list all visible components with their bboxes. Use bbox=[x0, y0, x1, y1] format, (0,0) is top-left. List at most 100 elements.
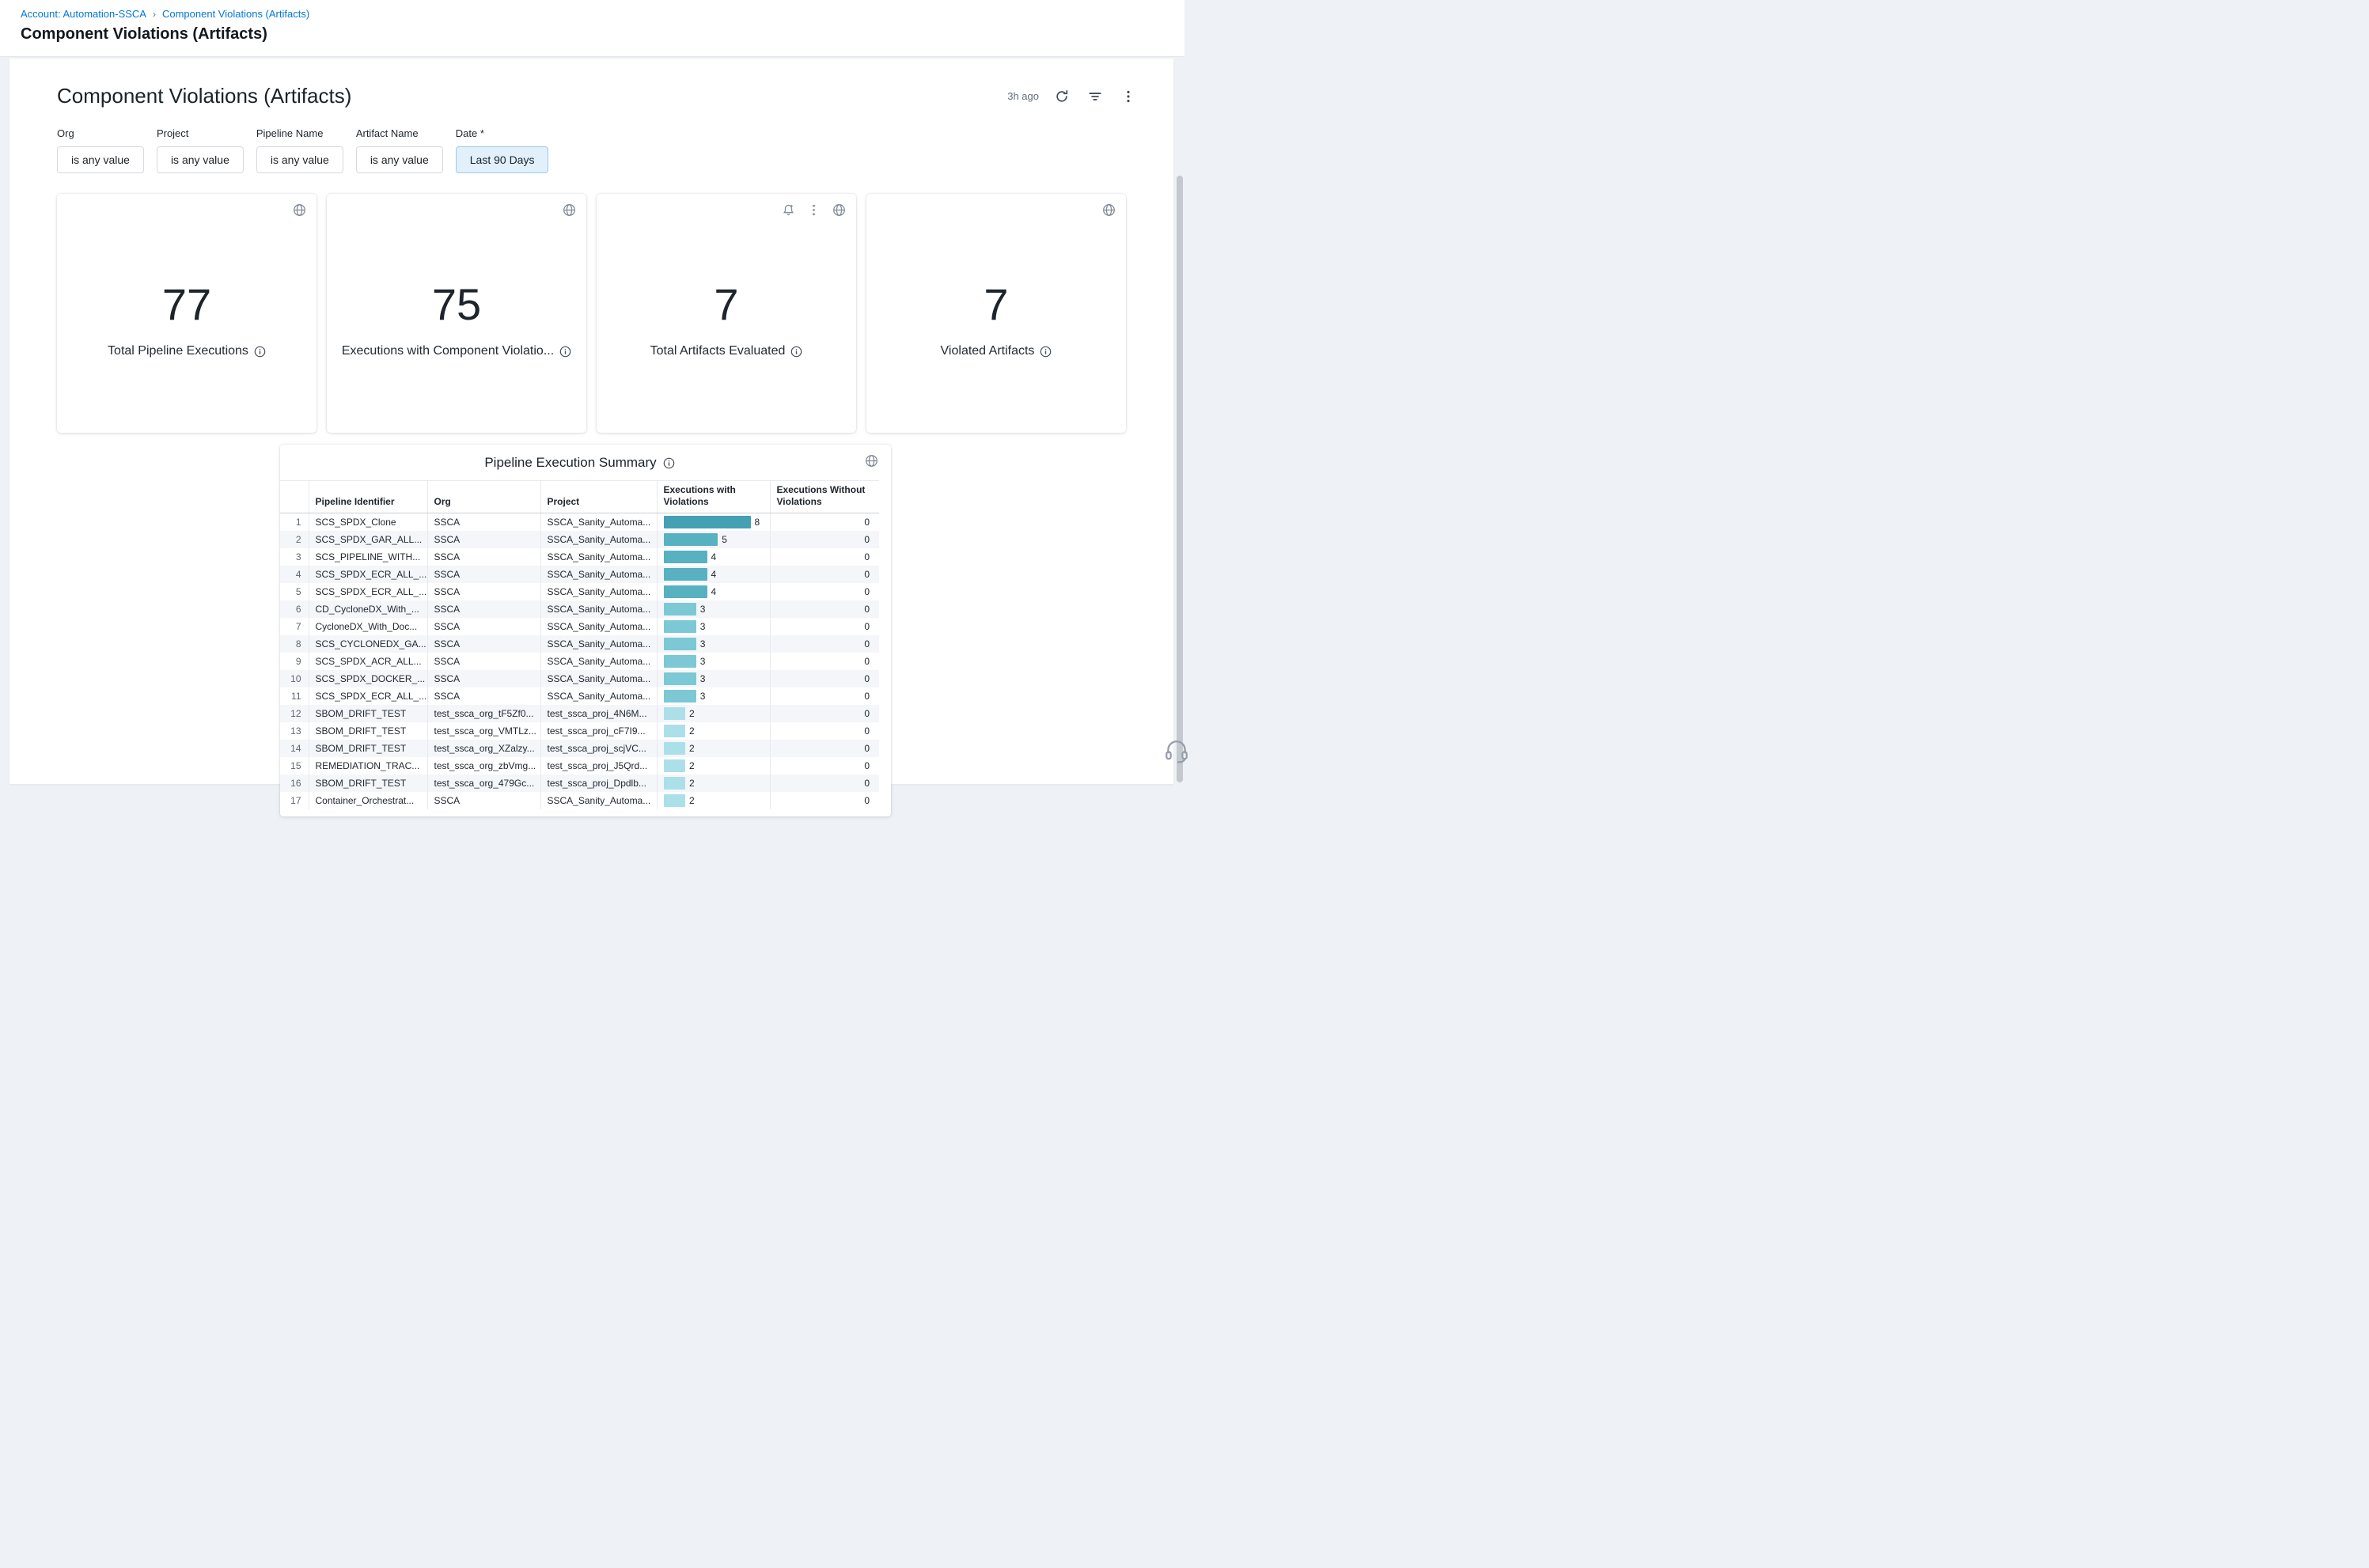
violations-bar[interactable] bbox=[664, 672, 696, 685]
violations-bar[interactable] bbox=[664, 551, 707, 563]
table-row[interactable]: 13SBOM_DRIFT_TESTtest_ssca_org_VMTLz...t… bbox=[280, 722, 879, 740]
executions-with-violations-cell: 3 bbox=[657, 653, 770, 670]
info-icon[interactable] bbox=[559, 346, 571, 358]
violations-bar-value: 2 bbox=[689, 725, 695, 737]
org-cell: SSCA bbox=[427, 670, 540, 687]
filter-button[interactable]: is any value bbox=[57, 146, 144, 173]
column-header-pipeline-identifier[interactable]: Pipeline Identifier bbox=[309, 481, 427, 513]
column-header-project[interactable]: Project bbox=[540, 481, 657, 513]
violations-bar[interactable] bbox=[664, 655, 696, 668]
support-chat-icon[interactable] bbox=[1163, 738, 1190, 765]
row-number-cell: 12 bbox=[280, 705, 309, 722]
column-header-org[interactable]: Org bbox=[427, 481, 540, 513]
violations-bar[interactable] bbox=[664, 707, 686, 720]
violations-bar[interactable] bbox=[664, 638, 696, 650]
stat-label-text: Violated Artifacts bbox=[941, 344, 1035, 358]
kebab-icon[interactable] bbox=[807, 203, 821, 217]
table-row[interactable]: 10SCS_SPDX_DOCKER_...SSCASSCA_Sanity_Aut… bbox=[280, 670, 879, 687]
violations-bar-value: 3 bbox=[700, 691, 706, 702]
project-cell: SSCA_Sanity_Automa... bbox=[540, 635, 657, 653]
page-header: Account: Automation-SSCA › Component Vio… bbox=[0, 0, 1184, 57]
violations-bar[interactable] bbox=[664, 603, 696, 615]
violations-bar-value: 2 bbox=[689, 743, 695, 754]
table-row[interactable]: 14SBOM_DRIFT_TESTtest_ssca_org_XZalzy...… bbox=[280, 740, 879, 757]
table-row[interactable]: 17Container_Orchestrat...SSCASSCA_Sanity… bbox=[280, 792, 879, 809]
scrollbar-thumb[interactable] bbox=[1177, 176, 1183, 782]
violations-bar[interactable] bbox=[664, 759, 686, 772]
info-icon[interactable] bbox=[254, 346, 266, 358]
executions-with-violations-cell: 2 bbox=[657, 705, 770, 722]
executions-with-violations-cell: 3 bbox=[657, 600, 770, 618]
violations-bar-wrap: 3 bbox=[664, 690, 764, 703]
violations-bar[interactable] bbox=[664, 516, 751, 528]
globe-icon[interactable] bbox=[832, 203, 846, 217]
tile-controls bbox=[782, 203, 846, 217]
table-row[interactable]: 8SCS_CYCLONEDX_GA...SSCASSCA_Sanity_Auto… bbox=[280, 635, 879, 653]
violations-bar[interactable] bbox=[664, 568, 707, 581]
violations-bar[interactable] bbox=[664, 620, 696, 633]
violations-bar[interactable] bbox=[664, 742, 686, 755]
table-row[interactable]: 9SCS_SPDX_ACR_ALL...SSCASSCA_Sanity_Auto… bbox=[280, 653, 879, 670]
breadcrumb-account-link[interactable]: Account: Automation-SSCA bbox=[21, 8, 146, 20]
filter-button[interactable]: is any value bbox=[256, 146, 343, 173]
pipeline-identifier-cell: SCS_SPDX_DOCKER_... bbox=[309, 670, 427, 687]
violations-bar-value: 4 bbox=[711, 569, 717, 580]
violations-bar[interactable] bbox=[664, 585, 707, 598]
stat-value: 77 bbox=[57, 282, 316, 327]
table-row[interactable]: 15REMEDIATION_TRAC...test_ssca_org_zbVmg… bbox=[280, 757, 879, 775]
project-cell: SSCA_Sanity_Automa... bbox=[540, 687, 657, 705]
executions-without-violations-cell: 0 bbox=[770, 513, 879, 532]
executions-with-violations-cell: 2 bbox=[657, 775, 770, 792]
info-icon[interactable] bbox=[1040, 346, 1052, 358]
filter-button[interactable]: is any value bbox=[356, 146, 443, 173]
row-number-cell: 14 bbox=[280, 740, 309, 757]
globe-icon[interactable] bbox=[293, 203, 306, 217]
table-header-row: Pipeline Identifier Org Project Executio… bbox=[280, 481, 879, 513]
executions-with-violations-cell: 3 bbox=[657, 687, 770, 705]
filter-button[interactable]: Last 90 Days bbox=[456, 146, 549, 173]
org-cell: SSCA bbox=[427, 566, 540, 583]
alert-bell-icon[interactable] bbox=[782, 203, 795, 217]
violations-bar[interactable] bbox=[664, 777, 686, 790]
vertical-scrollbar[interactable] bbox=[1177, 176, 1183, 782]
table-row[interactable]: 16SBOM_DRIFT_TESTtest_ssca_org_479Gc...t… bbox=[280, 775, 879, 792]
refresh-icon[interactable] bbox=[1055, 89, 1069, 104]
info-icon[interactable] bbox=[790, 346, 802, 358]
executions-without-violations-cell: 0 bbox=[770, 531, 879, 548]
violations-bar[interactable] bbox=[664, 725, 686, 737]
violations-bar-wrap: 2 bbox=[664, 777, 764, 790]
pipeline-identifier-cell: CD_CycloneDX_With_... bbox=[309, 600, 427, 618]
project-cell: SSCA_Sanity_Automa... bbox=[540, 653, 657, 670]
pipeline-identifier-cell: CycloneDX_With_Doc... bbox=[309, 618, 427, 635]
globe-icon[interactable] bbox=[563, 203, 576, 217]
pipeline-identifier-cell: REMEDIATION_TRAC... bbox=[309, 757, 427, 775]
kebab-menu-icon[interactable] bbox=[1121, 89, 1135, 104]
violations-bar[interactable] bbox=[664, 794, 686, 807]
table-row[interactable]: 7CycloneDX_With_Doc...SSCASSCA_Sanity_Au… bbox=[280, 618, 879, 635]
violations-bar[interactable] bbox=[664, 533, 718, 546]
pipeline-identifier-cell: SBOM_DRIFT_TEST bbox=[309, 740, 427, 757]
table-row[interactable]: 4SCS_SPDX_ECR_ALL_...SSCASSCA_Sanity_Aut… bbox=[280, 566, 879, 583]
filter-button[interactable]: is any value bbox=[157, 146, 244, 173]
info-icon[interactable] bbox=[663, 457, 675, 469]
table-row[interactable]: 2SCS_SPDX_GAR_ALL...SSCASSCA_Sanity_Auto… bbox=[280, 531, 879, 548]
globe-icon[interactable] bbox=[865, 454, 878, 468]
org-cell: SSCA bbox=[427, 583, 540, 600]
table-row[interactable]: 11SCS_SPDX_ECR_ALL_...SSCASSCA_Sanity_Au… bbox=[280, 687, 879, 705]
table-row[interactable]: 12SBOM_DRIFT_TESTtest_ssca_org_tF5Zf0...… bbox=[280, 705, 879, 722]
table-row[interactable]: 3SCS_PIPELINE_WITH...SSCASSCA_Sanity_Aut… bbox=[280, 548, 879, 566]
violations-bar[interactable] bbox=[664, 690, 696, 703]
breadcrumb-current-link[interactable]: Component Violations (Artifacts) bbox=[162, 8, 309, 20]
column-header-executions-with-violations[interactable]: Executions with Violations bbox=[657, 481, 770, 513]
org-cell: SSCA bbox=[427, 548, 540, 566]
executions-with-violations-cell: 3 bbox=[657, 670, 770, 687]
filter-icon[interactable] bbox=[1088, 89, 1102, 104]
table-row[interactable]: 1SCS_SPDX_CloneSSCASSCA_Sanity_Automa...… bbox=[280, 513, 879, 532]
table-row[interactable]: 5SCS_SPDX_ECR_ALL_...SSCASSCA_Sanity_Aut… bbox=[280, 583, 879, 600]
table-row[interactable]: 6CD_CycloneDX_With_...SSCASSCA_Sanity_Au… bbox=[280, 600, 879, 618]
executions-without-violations-cell: 0 bbox=[770, 722, 879, 740]
globe-icon[interactable] bbox=[1102, 203, 1116, 217]
stat-label-text: Executions with Component Violatio... bbox=[342, 344, 554, 358]
org-cell: test_ssca_org_VMTLz... bbox=[427, 722, 540, 740]
column-header-executions-without-violations[interactable]: Executions Without Violations bbox=[770, 481, 879, 513]
